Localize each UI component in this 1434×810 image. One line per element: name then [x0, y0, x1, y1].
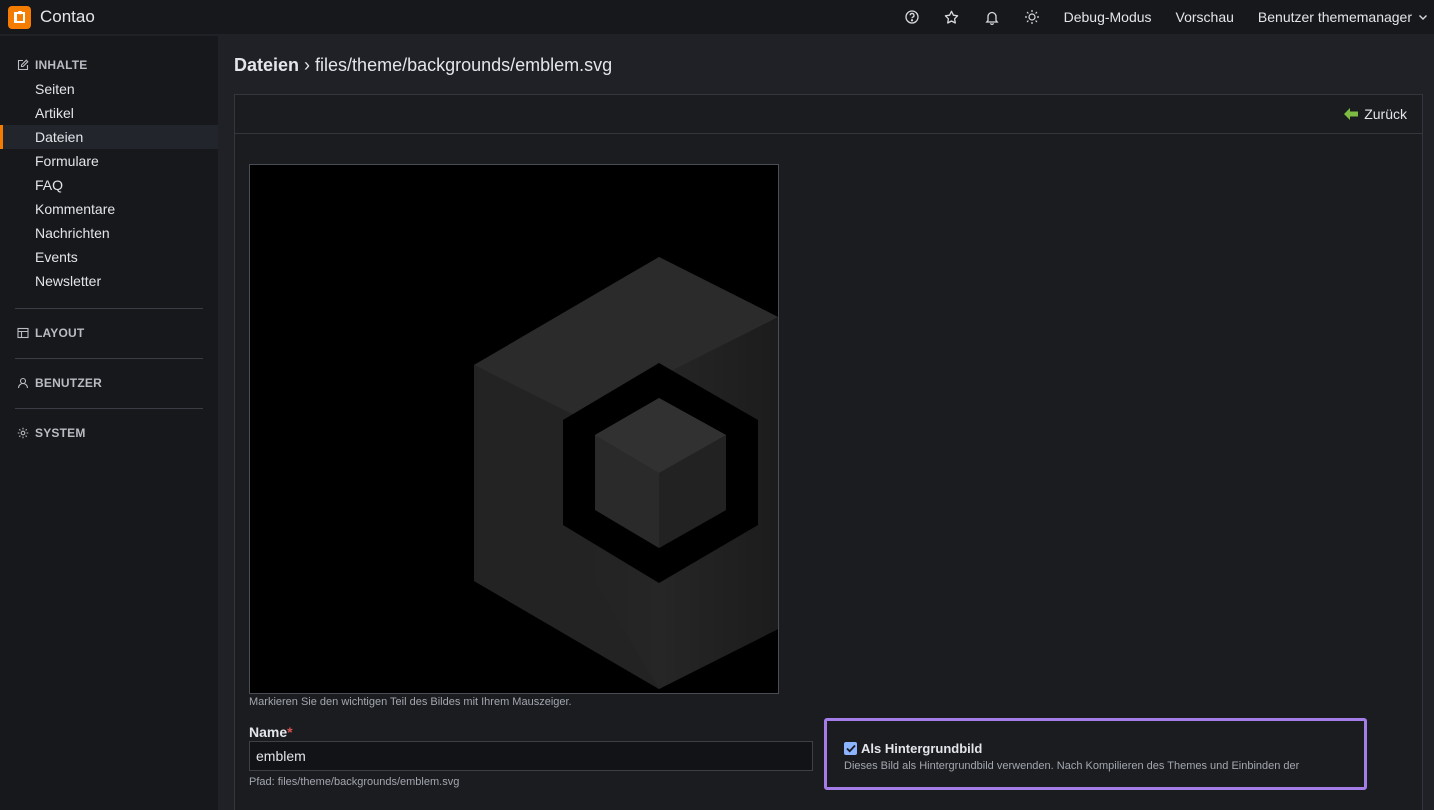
- name-field[interactable]: [249, 741, 813, 771]
- sidebar-item-nachrichten[interactable]: Nachrichten: [0, 221, 218, 245]
- checkmark-icon: [845, 744, 856, 753]
- bell-icon[interactable]: [984, 9, 1000, 25]
- sidebar-group-inhalte[interactable]: INHALTE: [0, 53, 218, 77]
- emblem-image: [474, 257, 778, 689]
- sidebar-item-formulare[interactable]: Formulare: [0, 149, 218, 173]
- sidebar-item-seiten[interactable]: Seiten: [0, 77, 218, 101]
- background-checkbox-description: Dieses Bild als Hintergrundbild verwende…: [844, 760, 1300, 772]
- background-checkbox-label: Als Hintergrundbild: [861, 741, 983, 756]
- sidebar: INHALTE Seiten Artikel Dateien Formulare…: [0, 36, 218, 810]
- sidebar-group-label: BENUTZER: [35, 376, 102, 390]
- background-checkbox-row[interactable]: Als Hintergrundbild: [844, 741, 982, 756]
- arrow-left-icon: [1344, 108, 1359, 120]
- name-label-text: Name: [249, 724, 288, 740]
- background-image-option: Als Hintergrundbild Dieses Bild als Hint…: [824, 718, 1367, 790]
- sidebar-group-label: SYSTEM: [35, 426, 86, 440]
- file-edit-panel: Zurück Markieren Sie den wichtigen Teil …: [234, 94, 1423, 810]
- top-nav: Debug-Modus Vorschau Benutzer thememanag…: [904, 0, 1428, 34]
- preview-link[interactable]: Vorschau: [1176, 9, 1234, 25]
- debug-mode-link[interactable]: Debug-Modus: [1064, 9, 1152, 25]
- sidebar-item-dateien[interactable]: Dateien: [0, 125, 218, 149]
- sun-icon[interactable]: [1024, 9, 1040, 25]
- sidebar-item-artikel[interactable]: Artikel: [0, 101, 218, 125]
- contao-logo-icon: [8, 5, 31, 29]
- user-menu-label: Benutzer thememanager: [1257, 9, 1412, 25]
- sidebar-group-layout[interactable]: LAYOUT: [0, 321, 218, 345]
- brand[interactable]: Contao: [8, 5, 95, 29]
- page-title: Dateien › files/theme/backgrounds/emblem…: [234, 55, 612, 76]
- sidebar-item-kommentare[interactable]: Kommentare: [0, 197, 218, 221]
- sidebar-item-faq[interactable]: FAQ: [0, 173, 218, 197]
- back-button[interactable]: Zurück: [1344, 106, 1407, 122]
- sidebar-item-newsletter[interactable]: Newsletter: [0, 269, 218, 293]
- image-preview[interactable]: [249, 164, 779, 694]
- star-icon[interactable]: [944, 9, 960, 25]
- user-icon: [17, 377, 29, 389]
- layout-icon: [17, 327, 29, 339]
- gear-icon: [17, 427, 29, 439]
- background-checkbox[interactable]: [844, 742, 857, 755]
- sidebar-group-system[interactable]: SYSTEM: [0, 421, 218, 445]
- page-title-path: › files/theme/backgrounds/emblem.svg: [304, 55, 613, 75]
- file-path-text: Pfad: files/theme/backgrounds/emblem.svg: [249, 776, 460, 788]
- preview-hint: Markieren Sie den wichtigen Teil des Bil…: [249, 696, 572, 708]
- name-field-label: Name*: [249, 724, 293, 740]
- sidebar-item-events[interactable]: Events: [0, 245, 218, 269]
- sidebar-group-benutzer[interactable]: BENUTZER: [0, 371, 218, 395]
- back-label: Zurück: [1364, 106, 1407, 122]
- page-title-section: Dateien: [234, 55, 300, 75]
- panel-toolbar: Zurück: [235, 95, 1422, 134]
- top-bar: Contao Debug-Modus Vorschau Benutzer the…: [0, 0, 1434, 34]
- edit-icon: [17, 59, 29, 71]
- required-marker: *: [287, 724, 293, 740]
- help-icon[interactable]: [904, 9, 920, 25]
- app-name: Contao: [40, 7, 95, 26]
- sidebar-group-label: INHALTE: [35, 58, 88, 72]
- user-menu[interactable]: Benutzer thememanager: [1258, 9, 1428, 25]
- sidebar-group-label: LAYOUT: [35, 326, 85, 340]
- chevron-down-icon: [1419, 14, 1427, 20]
